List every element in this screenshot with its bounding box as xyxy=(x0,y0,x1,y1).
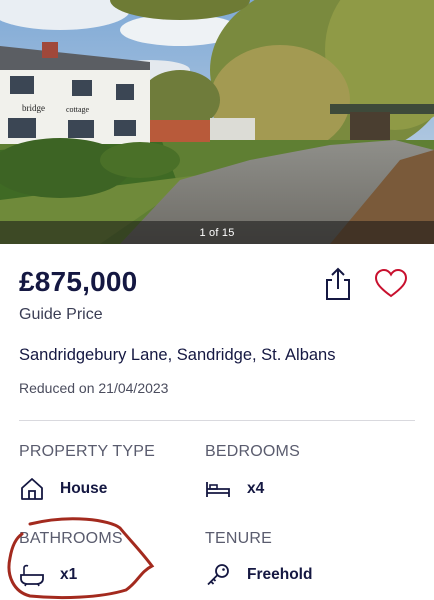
house-icon xyxy=(19,477,45,501)
bedrooms-label: BEDROOMS xyxy=(205,443,300,460)
property-photo[interactable]: bridge cottage 1 of 15 xyxy=(0,0,434,244)
price-qualifier: Guide Price xyxy=(19,306,103,323)
house-sign-bridge: bridge xyxy=(22,103,45,113)
gallery-counter-bar: 1 of 15 xyxy=(0,221,434,244)
bath-icon xyxy=(19,563,45,587)
bedrooms-value: x4 xyxy=(247,480,265,497)
key-icon xyxy=(205,563,231,587)
divider xyxy=(19,420,415,421)
photo-counter: 1 of 15 xyxy=(199,226,235,239)
address: Sandridgebury Lane, Sandridge, St. Alban… xyxy=(19,346,336,364)
reduced-date: Reduced on 21/04/2023 xyxy=(19,380,169,396)
price: £875,000 xyxy=(19,266,138,297)
house-sign-cottage: cottage xyxy=(66,105,90,114)
share-icon xyxy=(326,267,350,300)
property-type-value: House xyxy=(60,480,108,497)
bed-icon xyxy=(205,477,231,501)
property-type-label: PROPERTY TYPE xyxy=(19,443,155,460)
heart-icon xyxy=(374,268,408,298)
bathrooms-label: BATHROOMS xyxy=(19,530,123,547)
tenure-value: Freehold xyxy=(247,566,313,583)
bathrooms-value: x1 xyxy=(60,566,78,583)
property-photo-image: bridge cottage xyxy=(0,0,434,244)
share-button[interactable] xyxy=(322,266,354,302)
favourite-button[interactable] xyxy=(374,268,408,300)
tenure-label: TENURE xyxy=(205,530,272,547)
